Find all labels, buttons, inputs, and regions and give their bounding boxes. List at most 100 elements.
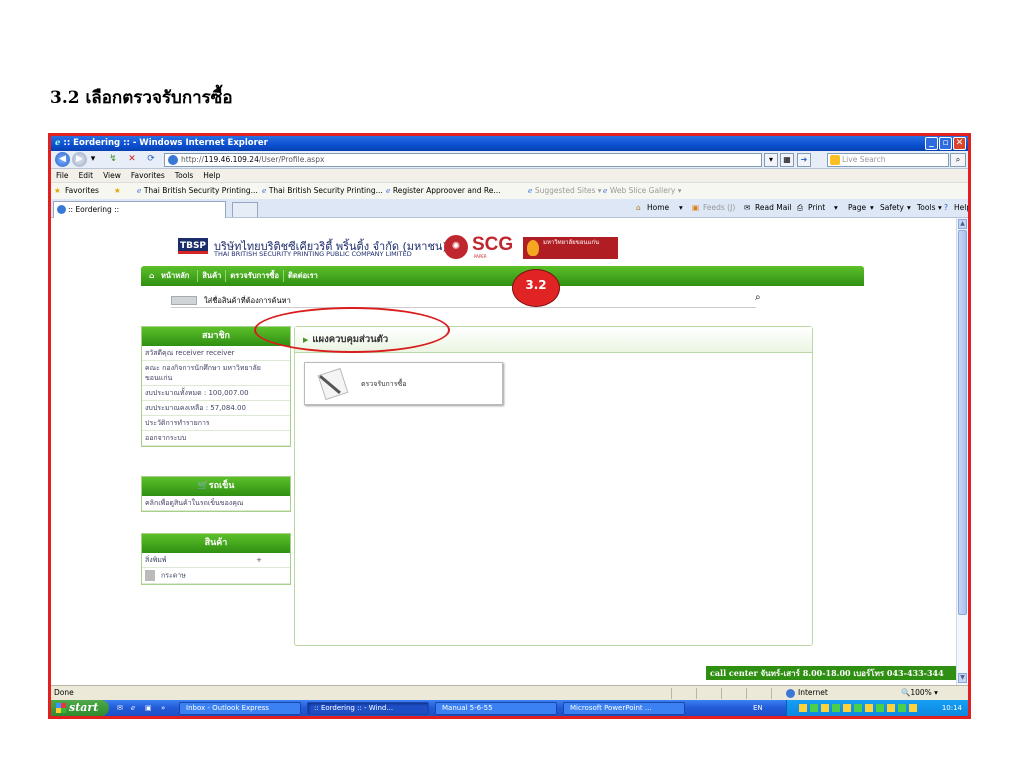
- fav-link-1[interactable]: ℯ Thai British Security Printing...: [137, 183, 258, 199]
- compatibility-view-icon[interactable]: ↯: [106, 153, 120, 166]
- menu-file[interactable]: File: [56, 169, 69, 182]
- tab-page-icon: [57, 205, 66, 214]
- menu-edit[interactable]: Edit: [79, 169, 94, 182]
- favorites-star-icon: ★: [54, 186, 61, 195]
- keyboard-icon: [171, 296, 197, 305]
- home-icon[interactable]: ⌂: [636, 203, 641, 212]
- scroll-up-icon[interactable]: ▲: [958, 219, 967, 229]
- document-icon: [317, 367, 349, 401]
- home-button[interactable]: Home: [647, 203, 669, 212]
- system-tray: EN 10:14: [753, 700, 968, 716]
- expand-icon[interactable]: +: [256, 555, 262, 565]
- nav-contact[interactable]: ติดต่อเรา: [284, 270, 322, 282]
- page-dropdown-icon: ▾: [870, 203, 874, 212]
- tools-dropdown-icon: ▾: [938, 203, 942, 212]
- history-link[interactable]: ประวัติการทำรายการ: [142, 416, 290, 431]
- menu-help[interactable]: Help: [203, 169, 220, 182]
- web-slice-gallery-link[interactable]: ℯ Web Slice Gallery ▾: [603, 183, 682, 199]
- safety-menu[interactable]: Safety: [880, 203, 904, 212]
- search-input[interactable]: Live Search: [827, 153, 949, 167]
- quicklaunch-outlook-icon[interactable]: ✉: [117, 700, 123, 716]
- products-heading: สินค้า: [142, 534, 290, 553]
- ie-icon: ℯ: [55, 138, 61, 148]
- company-name-english: THAI BRITISH SECURITY PRINTING PUBLIC CO…: [214, 250, 412, 258]
- clock: 10:14: [941, 704, 962, 712]
- feeds-button[interactable]: Feeds (J): [703, 203, 735, 212]
- scroll-down-icon[interactable]: ▼: [958, 673, 967, 683]
- view-cart-link[interactable]: คลิกเพื่อดูสินค้าในรถเข็นของคุณ: [142, 496, 290, 511]
- maximize-button[interactable]: ▫: [939, 137, 952, 150]
- quicklaunch-ie-icon[interactable]: ℯ: [131, 700, 135, 716]
- new-tab-button[interactable]: [232, 202, 258, 217]
- category-paper[interactable]: กระดาษ: [142, 568, 290, 584]
- safety-dropdown-icon: ▾: [907, 203, 911, 212]
- live-search-icon: [830, 155, 840, 165]
- scg-emblem-icon: ✺: [444, 235, 468, 259]
- call-center-banner: call center จันทร์-เสาร์ 8.00-18.00 เบอร…: [706, 666, 956, 680]
- history-dropdown-icon[interactable]: ▾: [89, 153, 97, 166]
- address-toolbar: ◀ ▶ ▾ ↯ ✕ ⟳ http://119.46.109.24/User/Pr…: [51, 151, 968, 169]
- products-box: สินค้า สิ่งพิมพ์ + กระดาษ: [141, 533, 291, 585]
- favorites-bar: ★ Favorites ★ ℯ Thai British Security Pr…: [51, 182, 968, 199]
- internet-zone: Internet: [786, 686, 828, 700]
- compat-icon[interactable]: ▦: [780, 153, 794, 167]
- refresh-button[interactable]: ⟳: [144, 153, 158, 166]
- zoom-level[interactable]: 🔍100% ▾: [901, 686, 938, 700]
- read-mail-button[interactable]: Read Mail: [755, 203, 791, 212]
- member-box: สมาชิก สวัสดีคุณ receiver receiver คณะ ก…: [141, 326, 291, 447]
- member-faculty: คณะ กองกิจการนักศึกษา มหาวิทยาลัยขอนแก่น: [142, 361, 290, 386]
- quicklaunch-more-icon[interactable]: »: [161, 700, 165, 716]
- go-button[interactable]: ➜: [797, 153, 811, 167]
- fav-link-2[interactable]: ℯ Thai British Security Printing...: [262, 183, 383, 199]
- search-icon[interactable]: ⌕: [755, 292, 761, 303]
- stop-button[interactable]: ✕: [125, 153, 139, 166]
- task-outlook[interactable]: Inbox - Outlook Express: [179, 702, 301, 715]
- search-button[interactable]: ⌕: [950, 153, 966, 167]
- address-dropdown-icon[interactable]: ▾: [764, 153, 778, 167]
- vertical-scrollbar[interactable]: ▲ ▼: [956, 218, 968, 685]
- task-manual-folder[interactable]: Manual 5-6-55: [435, 702, 557, 715]
- status-bar: Done Internet 🔍100% ▾: [51, 685, 968, 700]
- tray-icons[interactable]: [799, 704, 919, 712]
- nav-home[interactable]: ⌂ หน้าหลัก: [145, 270, 199, 282]
- tab-eordering[interactable]: :: Eordering ::: [53, 201, 226, 218]
- add-favorites-icon[interactable]: ★: [114, 183, 121, 199]
- product-search-input[interactable]: ใส่ชื่อสินค้าที่ต้องการค้นหา: [171, 294, 756, 308]
- menu-favorites[interactable]: Favorites: [131, 169, 165, 182]
- address-field[interactable]: http://119.46.109.24/User/Profile.aspx: [164, 153, 762, 167]
- fav-link-3[interactable]: ℯ Register Approover and Re...: [386, 183, 501, 199]
- task-powerpoint[interactable]: Microsoft PowerPoint ...: [563, 702, 685, 715]
- favorites-button[interactable]: Favorites: [65, 183, 99, 199]
- taskbar: start ✉ ℯ ▣ » Inbox - Outlook Express ::…: [51, 700, 968, 716]
- menu-view[interactable]: View: [103, 169, 121, 182]
- minimize-button[interactable]: _: [925, 137, 938, 150]
- suggested-sites-link[interactable]: ℯ Suggested Sites ▾: [528, 183, 602, 199]
- quicklaunch-desktop-icon[interactable]: ▣: [145, 700, 152, 716]
- nav-products[interactable]: สินค้า: [198, 270, 227, 282]
- start-button[interactable]: start: [51, 700, 109, 716]
- menu-bar: File Edit View Favorites Tools Help: [51, 169, 968, 182]
- back-button[interactable]: ◀: [55, 152, 70, 167]
- page-content: TBSP บริษัทไทยบริติชซีเคียวริตี้ พริ้นติ…: [51, 218, 956, 685]
- nav-receive-purchase[interactable]: ตรวจรับการซื้อ: [226, 270, 284, 282]
- help-menu[interactable]: Help: [954, 203, 968, 212]
- print-dropdown-icon[interactable]: ▾: [834, 203, 838, 212]
- slide-heading: 3.2 เลือกตรวจรับการซื้อ: [50, 88, 233, 108]
- scroll-thumb[interactable]: [958, 230, 967, 615]
- print-button[interactable]: Print: [808, 203, 825, 212]
- receive-purchase-button[interactable]: ตรวจรับการซื้อ: [304, 362, 503, 405]
- site-nav: ⌂ หน้าหลัก สินค้า ตรวจรับการซื้อ ติดต่อเ…: [141, 266, 864, 286]
- language-indicator[interactable]: EN: [753, 700, 763, 716]
- logout-link[interactable]: ออกจากระบบ: [142, 431, 290, 446]
- windows-flag-icon: [56, 703, 66, 713]
- close-button[interactable]: ✕: [953, 137, 966, 150]
- menu-tools[interactable]: Tools: [175, 169, 193, 182]
- member-greeting: สวัสดีคุณ receiver receiver: [142, 346, 290, 361]
- page-menu[interactable]: Page: [848, 203, 866, 212]
- category-printed-matter[interactable]: สิ่งพิมพ์ +: [142, 553, 290, 568]
- home-dropdown-icon[interactable]: ▾: [679, 203, 683, 212]
- forward-button[interactable]: ▶: [72, 152, 87, 167]
- task-eordering[interactable]: :: Eordering :: - Wind...: [307, 702, 429, 715]
- tab-row: :: Eordering :: ⌂ Home ▾ ▣ Feeds (J) ✉ R…: [51, 199, 968, 218]
- tools-menu[interactable]: Tools: [917, 203, 935, 212]
